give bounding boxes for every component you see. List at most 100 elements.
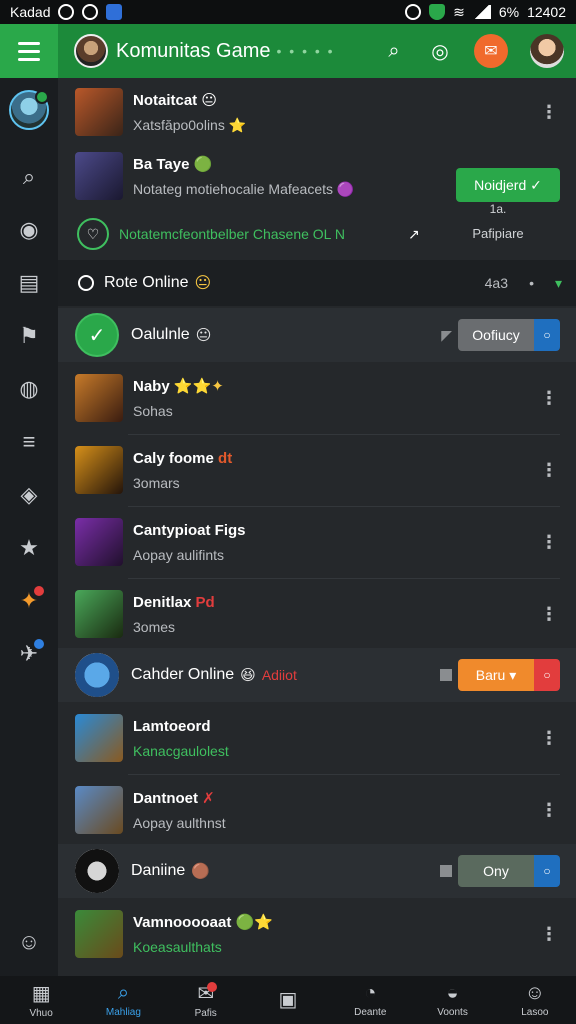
nav-item-center[interactable]: ▣ xyxy=(247,976,329,1024)
square-icon[interactable] xyxy=(440,669,452,681)
section-count: 4a3 xyxy=(484,275,508,291)
status-bar: Kadad ≋ 6% 12402 xyxy=(0,0,576,24)
list-item[interactable]: Vamnooooaat 🟢⭐ Koeasaulthats ⋮ xyxy=(58,904,576,964)
more-options-icon[interactable]: ⋮ xyxy=(540,728,558,749)
item-title: Notaitcat xyxy=(133,91,198,109)
bottom-nav: ▦ Vhuo ⌕ Mahliag ✉ Pafis ▣ ◔ Deante ◒ Vo… xyxy=(0,976,576,1024)
more-options-icon[interactable]: ⋮ xyxy=(540,532,558,553)
more-options-icon[interactable]: ⋮ xyxy=(540,924,558,945)
game-thumbnail xyxy=(75,714,123,762)
item-title: Vamnooooaat xyxy=(133,914,232,931)
list-item[interactable]: Notaitcat 😐 Xatsfăpo0olins ⭐ ⋮ xyxy=(58,84,576,140)
game-logo-icon xyxy=(75,653,119,697)
list-item[interactable]: Dantnoet ✗ Aopay aulthnst ⋮ xyxy=(58,780,576,840)
group-label: Daniine xyxy=(131,862,186,879)
page-title: Komunitas Game xyxy=(116,39,271,62)
chevron-down-icon[interactable]: ▾ xyxy=(555,275,562,292)
item-subtitle: Xatsfăpo0olins ⭐ xyxy=(133,116,247,133)
nav-item-messages[interactable]: ✉ Pafis xyxy=(165,976,247,1024)
controller-icon[interactable]: ✦ xyxy=(0,574,58,627)
badge-icon[interactable]: ◈ xyxy=(0,468,58,521)
section-label: Rote Online xyxy=(104,274,189,291)
divider xyxy=(128,434,560,435)
nav-label: Voonts xyxy=(437,1007,468,1018)
item-subtitle: 3omars xyxy=(133,474,180,491)
menu-button[interactable] xyxy=(0,24,58,78)
game-thumbnail xyxy=(75,786,123,834)
nav-item-profile[interactable]: ☺ Lasoo xyxy=(494,976,576,1024)
group-header[interactable]: ✓ Oalulnle 😐 ◤ Oofiucy ○ xyxy=(58,308,576,362)
more-options-icon[interactable]: ⋮ xyxy=(540,102,558,123)
messages-button[interactable]: ✉ xyxy=(474,34,508,68)
group-action-button[interactable]: Ony ○ xyxy=(458,855,560,887)
divider xyxy=(128,578,560,579)
circle-icon: ○ xyxy=(534,319,560,351)
group-extra: Adiiot xyxy=(261,667,297,683)
nav-item-activity[interactable]: ◔ Deante xyxy=(329,976,411,1024)
gamepad-icon[interactable]: ◎ xyxy=(428,39,452,63)
group-label: Oalulnle xyxy=(131,326,190,343)
signal-icon xyxy=(472,5,491,19)
nav-item-search[interactable]: ⌕ Mahliag xyxy=(82,976,164,1024)
list-item[interactable]: Naby ⭐⭐✦ Sohas ⋮ xyxy=(58,368,576,428)
section-emoji: 😐 xyxy=(194,275,212,292)
more-options-icon[interactable]: ⋮ xyxy=(540,388,558,409)
promo-row[interactable]: ♡ Notatemcfeontbelber Chasene OL N ↗ 1a.… xyxy=(58,202,576,256)
game-thumbnail xyxy=(75,446,123,494)
divider xyxy=(128,774,560,775)
nav-label: Deante xyxy=(354,1007,387,1018)
search-icon[interactable]: ⌕ xyxy=(0,150,58,203)
sidebar-avatar[interactable] xyxy=(9,90,49,130)
document-icon[interactable]: ▤ xyxy=(0,256,58,309)
stats-icon[interactable]: ≡ xyxy=(0,415,58,468)
group-header[interactable]: Cahder Online 😆 Adiiot Baru ▾ ○ xyxy=(58,648,576,702)
item-emoji: dt xyxy=(218,449,233,467)
game-thumbnail xyxy=(75,374,123,422)
join-button[interactable]: Noidjerd ✓ xyxy=(456,168,560,202)
security-icon xyxy=(429,4,446,20)
twitter-icon[interactable]: ✈ xyxy=(0,627,58,680)
group-header[interactable]: Daniine 🟤 Ony ○ xyxy=(58,844,576,898)
battery-text: 6% xyxy=(498,4,520,20)
star-icon[interactable]: ★ xyxy=(0,521,58,574)
discover-icon[interactable]: ◉ xyxy=(0,203,58,256)
heart-icon: ○ xyxy=(534,659,560,691)
square-icon[interactable] xyxy=(440,865,452,877)
more-options-icon[interactable]: ⋮ xyxy=(540,604,558,625)
group-action-button[interactable]: Oofiucy ○ xyxy=(458,319,560,351)
clock-icon: ◔ xyxy=(364,982,377,1004)
item-title: Lamtoeord xyxy=(133,717,211,735)
bookmark-icon[interactable]: ⚑ xyxy=(0,309,58,362)
arrow-icon[interactable]: ◤ xyxy=(441,327,452,344)
nav-item-home[interactable]: ▦ Vhuo xyxy=(0,976,82,1024)
item-emoji: 🟢⭐ xyxy=(235,914,273,931)
item-emoji: 😐 xyxy=(201,91,217,109)
list-item[interactable]: Cantypioat Figs Aopay aulifints ⋮ xyxy=(58,512,576,572)
item-subtitle: Aopay aulthnst xyxy=(133,815,226,831)
nav-item-events[interactable]: ◒ Voonts xyxy=(411,976,493,1024)
notification-dot xyxy=(34,639,44,649)
profile-icon[interactable]: ☺ xyxy=(0,915,58,968)
group-action-button[interactable]: Baru ▾ ○ xyxy=(458,659,560,691)
list-item[interactable]: Caly foome dt 3omars ⋮ xyxy=(58,440,576,500)
item-title: Caly foome xyxy=(133,449,214,467)
search-icon[interactable]: ⌕ xyxy=(382,39,406,63)
more-options-icon[interactable]: ⋮ xyxy=(540,460,558,481)
item-subtitle: Koeasaulthats xyxy=(133,939,222,955)
item-title: Cantypioat Figs xyxy=(133,521,246,539)
game-logo-icon xyxy=(75,849,119,893)
list-item[interactable]: Denitlax Pd 3omes ⋮ xyxy=(58,584,576,644)
user-avatar[interactable] xyxy=(530,34,564,68)
list-item[interactable]: Lamtoeord Kanacgaulolest ⋮ xyxy=(58,708,576,768)
item-emoji: Pd xyxy=(195,593,215,611)
section-header[interactable]: Rote Online 😐 4a3 • ▾ xyxy=(58,260,576,306)
more-options-icon[interactable]: ⋮ xyxy=(540,800,558,821)
divider xyxy=(128,506,560,507)
app-bar: Komunitas Game • • • • • ⌕ ◎ ✉ xyxy=(0,24,576,78)
community-avatar[interactable] xyxy=(74,34,108,68)
gamepad-icon[interactable]: ◍ xyxy=(0,362,58,415)
title-dots: • • • • • xyxy=(276,43,335,59)
item-title: Ba Taye xyxy=(133,155,190,173)
shield-icon xyxy=(106,4,123,20)
game-thumbnail xyxy=(75,910,123,958)
